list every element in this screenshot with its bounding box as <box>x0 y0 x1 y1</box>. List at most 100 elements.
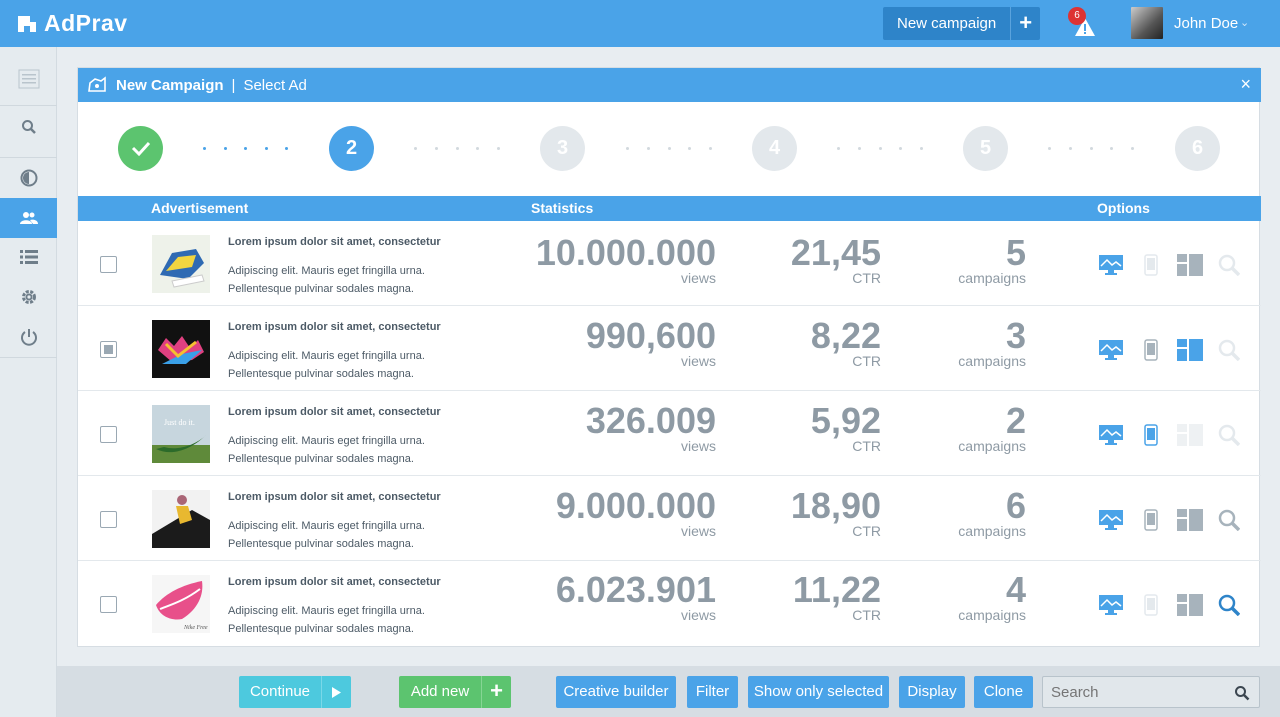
ad-thumbnail: Nike Free <box>152 575 210 633</box>
table-row[interactable]: Lorem ipsum dolor sit amet, consectetur … <box>78 476 1261 561</box>
sidebar-item-settings[interactable] <box>0 277 57 317</box>
views-unit: views <box>680 607 716 623</box>
ad-thumbnail <box>152 320 210 378</box>
search-icon[interactable] <box>1234 685 1250 701</box>
ctr-value: 8,22 <box>810 315 881 356</box>
row-checkbox[interactable] <box>100 256 117 273</box>
ad-description: Adipiscing elit. Mauris eget fringilla u… <box>228 350 425 380</box>
user-name[interactable]: John Doe <box>1174 15 1238 32</box>
ctr-unit: CTR <box>852 438 881 454</box>
views-value: 9.000.000 <box>555 485 716 526</box>
clone-button[interactable]: Clone <box>974 676 1033 708</box>
search-box <box>1042 676 1260 708</box>
ctr-unit: CTR <box>852 523 881 539</box>
ad-thumbnail: Just do it. <box>152 405 210 463</box>
campaigns-value: 4 <box>1005 569 1026 610</box>
layout-icon[interactable] <box>1177 594 1203 616</box>
show-only-selected-button[interactable]: Show only selected <box>748 676 889 708</box>
sidebar-menu-toggle[interactable] <box>0 59 57 99</box>
ctr-unit: CTR <box>852 607 881 623</box>
campaigns-value: 5 <box>1005 232 1026 273</box>
pie-chart-icon <box>20 169 37 187</box>
row-checkbox[interactable] <box>100 596 117 613</box>
wizard-steps: 2 3 4 5 6 <box>78 102 1261 195</box>
step-connector-2 <box>414 147 500 151</box>
display-button[interactable]: Display <box>899 676 965 708</box>
step-connector-5 <box>1048 147 1134 151</box>
step-3[interactable]: 3 <box>540 126 585 171</box>
magnifier-icon[interactable] <box>1218 594 1240 616</box>
panel-subtitle: Select Ad <box>243 76 307 94</box>
desktop-icon[interactable] <box>1098 339 1124 361</box>
campaigns-unit: campaigns <box>958 353 1026 369</box>
sidebar-item-search[interactable] <box>0 107 57 147</box>
step-6[interactable]: 6 <box>1175 126 1220 171</box>
step-5[interactable]: 5 <box>963 126 1008 171</box>
step-2[interactable]: 2 <box>329 126 374 171</box>
campaigns-value: 2 <box>1005 400 1026 441</box>
desktop-icon[interactable] <box>1098 509 1124 531</box>
sidebar-item-dashboard[interactable] <box>0 158 57 198</box>
mobile-icon[interactable] <box>1144 339 1158 361</box>
svg-text:Nike Free: Nike Free <box>183 625 208 631</box>
plus-icon: + <box>481 676 511 708</box>
ctr-value: 18,90 <box>790 485 881 526</box>
brand-logo[interactable]: AdPrav <box>16 10 128 37</box>
mobile-icon[interactable] <box>1144 509 1158 531</box>
sidebar-item-logout[interactable] <box>0 317 57 357</box>
campaigns-unit: campaigns <box>958 607 1026 623</box>
magnifier-icon[interactable] <box>1218 424 1240 446</box>
chevron-down-icon[interactable]: ⌄ <box>1240 16 1249 29</box>
mobile-icon[interactable] <box>1144 594 1158 616</box>
campaigns-value: 6 <box>1005 485 1026 526</box>
table-row[interactable]: Just do it. Lorem ipsum dolor sit amet, … <box>78 391 1261 476</box>
table-row[interactable]: Lorem ipsum dolor sit amet, consectetur … <box>78 306 1261 391</box>
row-checkbox[interactable] <box>100 426 117 443</box>
add-new-label: Add new <box>410 683 470 700</box>
mobile-icon[interactable] <box>1144 254 1158 276</box>
desktop-icon[interactable] <box>1098 594 1124 616</box>
magnifier-icon[interactable] <box>1218 254 1240 276</box>
ad-title: Lorem ipsum dolor sit amet, consectetur <box>228 576 441 588</box>
step-connector-3 <box>626 147 712 151</box>
desktop-icon[interactable] <box>1098 424 1124 446</box>
step-4[interactable]: 4 <box>752 126 797 171</box>
row-checkbox[interactable] <box>100 511 117 528</box>
search-input[interactable] <box>1051 682 1231 702</box>
plus-icon: + <box>1010 7 1040 40</box>
sidebar-item-users[interactable] <box>0 198 57 238</box>
ctr-unit: CTR <box>852 270 881 286</box>
desktop-icon[interactable] <box>1098 254 1124 276</box>
continue-button[interactable]: Continue <box>239 676 351 708</box>
top-bar: AdPrav New campaign + 6 John Doe ⌄ <box>0 0 1280 47</box>
sidebar-item-list[interactable] <box>0 237 57 277</box>
layout-icon[interactable] <box>1177 424 1203 446</box>
campaigns-unit: campaigns <box>958 438 1026 454</box>
creative-builder-button[interactable]: Creative builder <box>556 676 676 708</box>
campaigns-unit: campaigns <box>958 523 1026 539</box>
table-row[interactable]: Nike Free Lorem ipsum dolor sit amet, co… <box>78 561 1261 646</box>
ad-thumbnail <box>152 235 210 293</box>
ctr-value: 5,92 <box>810 400 881 441</box>
layout-icon[interactable] <box>1177 254 1203 276</box>
magnifier-icon[interactable] <box>1218 509 1240 531</box>
layout-icon[interactable] <box>1177 509 1203 531</box>
row-checkbox[interactable] <box>100 341 117 358</box>
ad-description: Adipiscing elit. Mauris eget fringilla u… <box>228 435 425 465</box>
close-icon[interactable]: × <box>1240 75 1251 93</box>
add-new-button[interactable]: Add new + <box>399 676 511 708</box>
new-campaign-button[interactable]: New campaign + <box>883 7 1041 40</box>
filter-button[interactable]: Filter <box>687 676 738 708</box>
views-value: 326.009 <box>585 400 716 441</box>
avatar[interactable] <box>1131 7 1163 39</box>
panel-header: New Campaign | Select Ad × <box>78 68 1261 102</box>
layout-icon[interactable] <box>1177 339 1203 361</box>
table-row[interactable]: Lorem ipsum dolor sit amet, consectetur … <box>78 221 1261 306</box>
magnifier-icon[interactable] <box>1218 339 1240 361</box>
step-connector-1 <box>203 147 288 151</box>
mobile-icon[interactable] <box>1144 424 1158 446</box>
views-unit: views <box>680 353 716 369</box>
alert-button[interactable]: 6 <box>1068 7 1098 38</box>
views-value: 6.023.901 <box>555 569 716 610</box>
step-1[interactable] <box>118 126 163 171</box>
